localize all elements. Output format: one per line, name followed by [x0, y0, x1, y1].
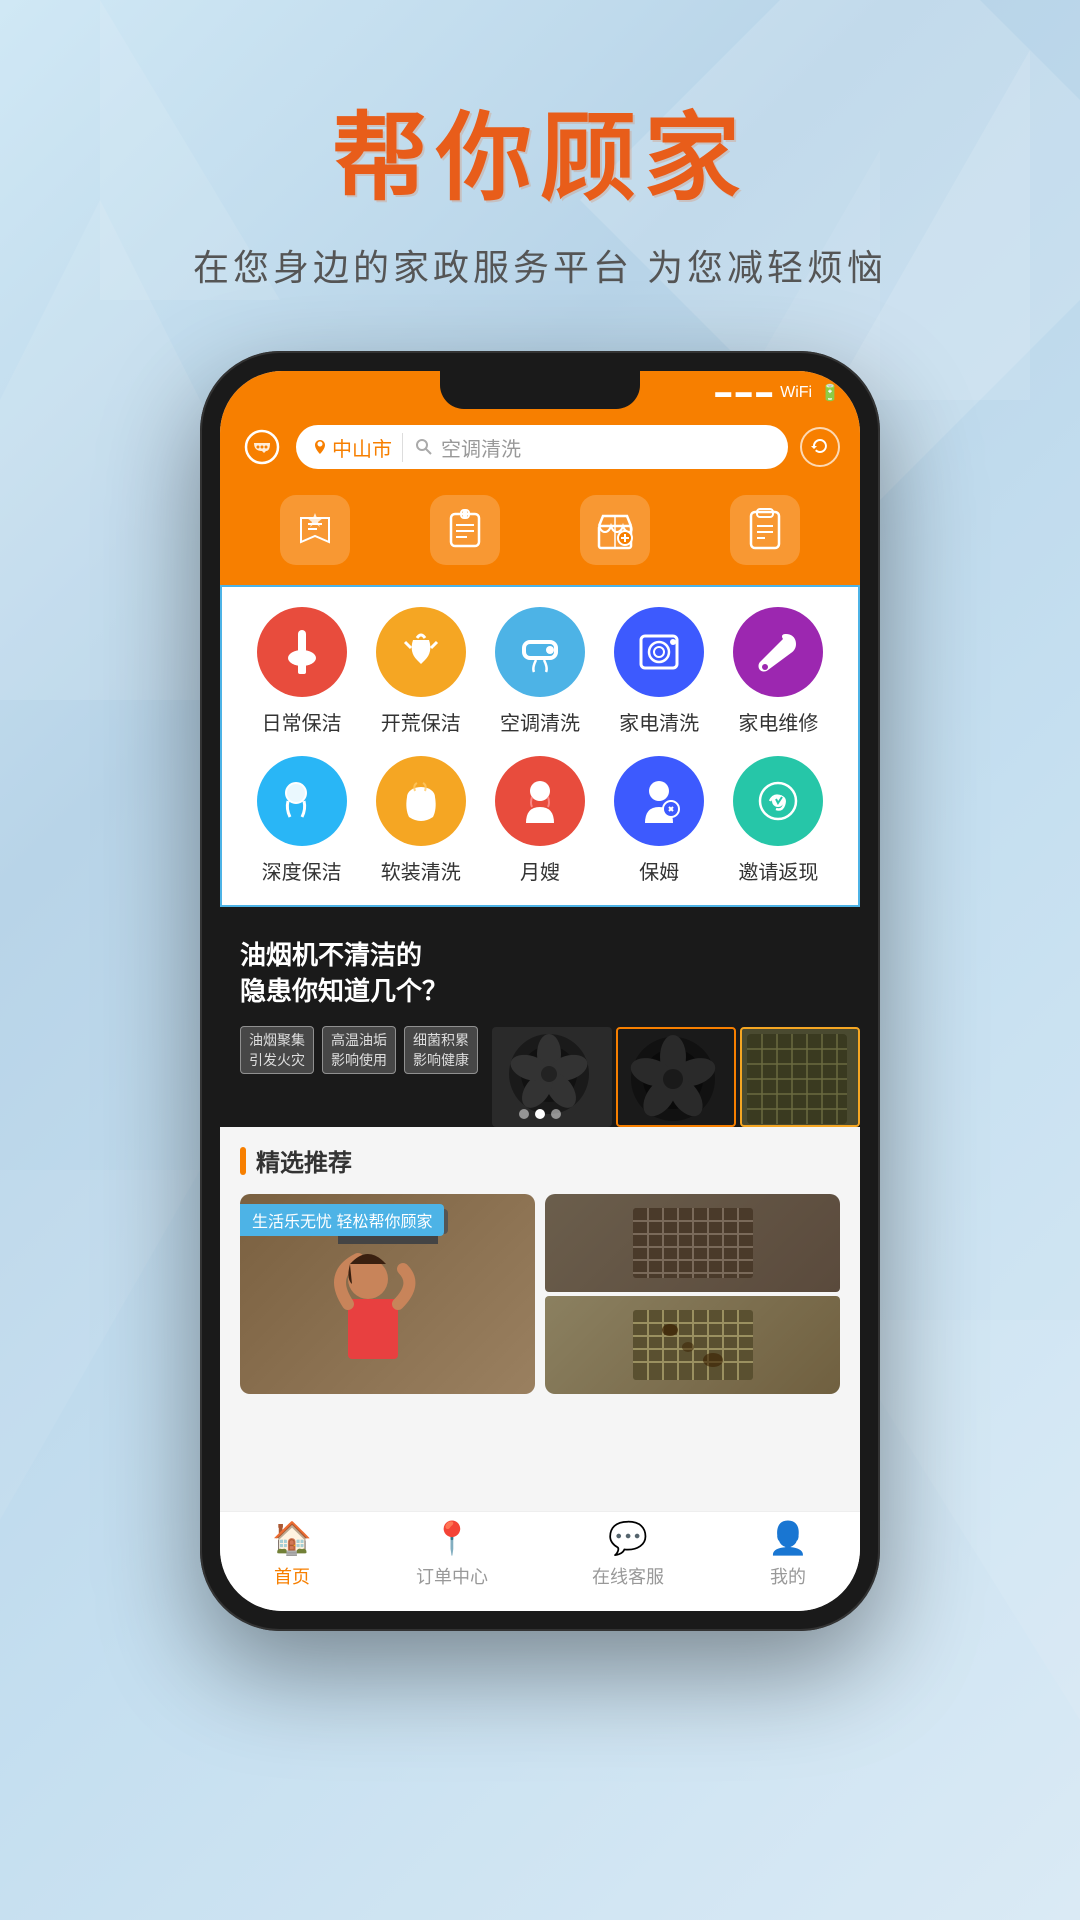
service-appliance-cleaning[interactable]: 家电清洗 — [604, 607, 714, 736]
service-housemaid[interactable]: 保姆 — [604, 756, 714, 885]
service-deep-cleaning[interactable]: 开荒保洁 — [366, 607, 476, 736]
hero-subtitle: 在您身边的家政服务平台 为您减轻烦恼 — [193, 239, 887, 291]
banner-dot-2[interactable] — [535, 1109, 545, 1119]
banner-tag-2: 高温油垢影响使用 — [322, 1026, 396, 1074]
service-label: 家电清洗 — [619, 707, 699, 736]
featured-title: 精选推荐 — [256, 1143, 352, 1178]
featured-card-right[interactable] — [545, 1194, 840, 1394]
banner-tag-3: 细菌积累影响健康 — [404, 1026, 478, 1074]
service-referral[interactable]: 邀请返现 — [723, 756, 833, 885]
nav-icon-orders[interactable] — [430, 495, 500, 565]
service-label: 空调清洗 — [500, 707, 580, 736]
bottom-nav-service[interactable]: 💬 在线客服 — [592, 1519, 664, 1589]
service-label: 软装清洗 — [381, 856, 461, 885]
orders-icon: 📍 — [432, 1519, 472, 1557]
orders-label: 订单中心 — [416, 1563, 488, 1589]
bottom-nav-orders[interactable]: 📍 订单中心 — [416, 1519, 488, 1589]
refresh-button[interactable] — [800, 427, 840, 467]
home-icon: 🏠 — [272, 1519, 312, 1557]
banner-tag-1: 油烟聚集引发火灾 — [240, 1026, 314, 1074]
bottom-nav-home[interactable]: 🏠 首页 — [272, 1519, 312, 1589]
location-text: 中山市 — [332, 433, 392, 462]
nav-icons-row — [220, 485, 860, 585]
nav-icon-wishlist[interactable] — [280, 495, 350, 565]
service-ac-cleaning[interactable]: 空调清洗 — [485, 607, 595, 736]
services-grid: 日常保洁 开荒保洁 — [220, 585, 860, 907]
banner-dot-3[interactable] — [551, 1109, 561, 1119]
home-label: 首页 — [274, 1563, 310, 1589]
location-tag[interactable]: 中山市 — [312, 433, 403, 462]
search-bar[interactable]: 中山市 空调清洗 — [296, 425, 788, 469]
service-nanny[interactable]: 月嫂 — [485, 756, 595, 885]
featured-card-left[interactable]: 生活乐无忧 轻松帮你顾家 — [240, 1194, 535, 1394]
featured-card-label: 生活乐无忧 轻松帮你顾家 — [240, 1204, 444, 1236]
service-label: 日常保洁 — [262, 707, 342, 736]
nav-icon-store[interactable] — [580, 495, 650, 565]
bottom-nav-profile[interactable]: 👤 我的 — [768, 1519, 808, 1589]
service-label: 邀请返现 — [738, 856, 818, 885]
service-label: 在线客服 — [592, 1563, 664, 1589]
phone-mockup: ▬ ▬ ▬ WiFi 🔋 — [200, 351, 880, 1631]
service-label: 开荒保洁 — [381, 707, 461, 736]
banner-dot-1[interactable] — [519, 1109, 529, 1119]
service-icon: 💬 — [608, 1519, 648, 1557]
service-label: 深度保洁 — [262, 856, 342, 885]
service-appliance-repair[interactable]: 家电维修 — [723, 607, 833, 736]
profile-label: 我的 — [770, 1563, 806, 1589]
banner-section: 油烟机不清洁的隐患你知道几个？ 油烟聚集引发火灾 高温油垢影响使用 细菌积累影响… — [220, 907, 860, 1127]
service-label: 保姆 — [639, 856, 679, 885]
chat-icon[interactable] — [240, 425, 284, 469]
service-daily-cleaning[interactable]: 日常保洁 — [247, 607, 357, 736]
search-placeholder-text: 空调清洗 — [441, 433, 521, 462]
banner-main-text: 油烟机不清洁的隐患你知道几个？ — [240, 937, 478, 1010]
hero-title: 帮你顾家 — [332, 80, 748, 219]
profile-icon: 👤 — [768, 1519, 808, 1557]
featured-section: 精选推荐 — [220, 1127, 860, 1410]
service-thorough-cleaning[interactable]: 深度保洁 — [247, 756, 357, 885]
app-header: 中山市 空调清洗 — [220, 415, 860, 485]
nav-icon-memo[interactable] — [730, 495, 800, 565]
service-label: 月嫂 — [520, 856, 560, 885]
service-soft-cleaning[interactable]: 软装清洗 — [366, 756, 476, 885]
bottom-nav: 🏠 首页 📍 订单中心 💬 在线客服 👤 我的 — [220, 1511, 860, 1611]
service-label: 家电维修 — [738, 707, 818, 736]
